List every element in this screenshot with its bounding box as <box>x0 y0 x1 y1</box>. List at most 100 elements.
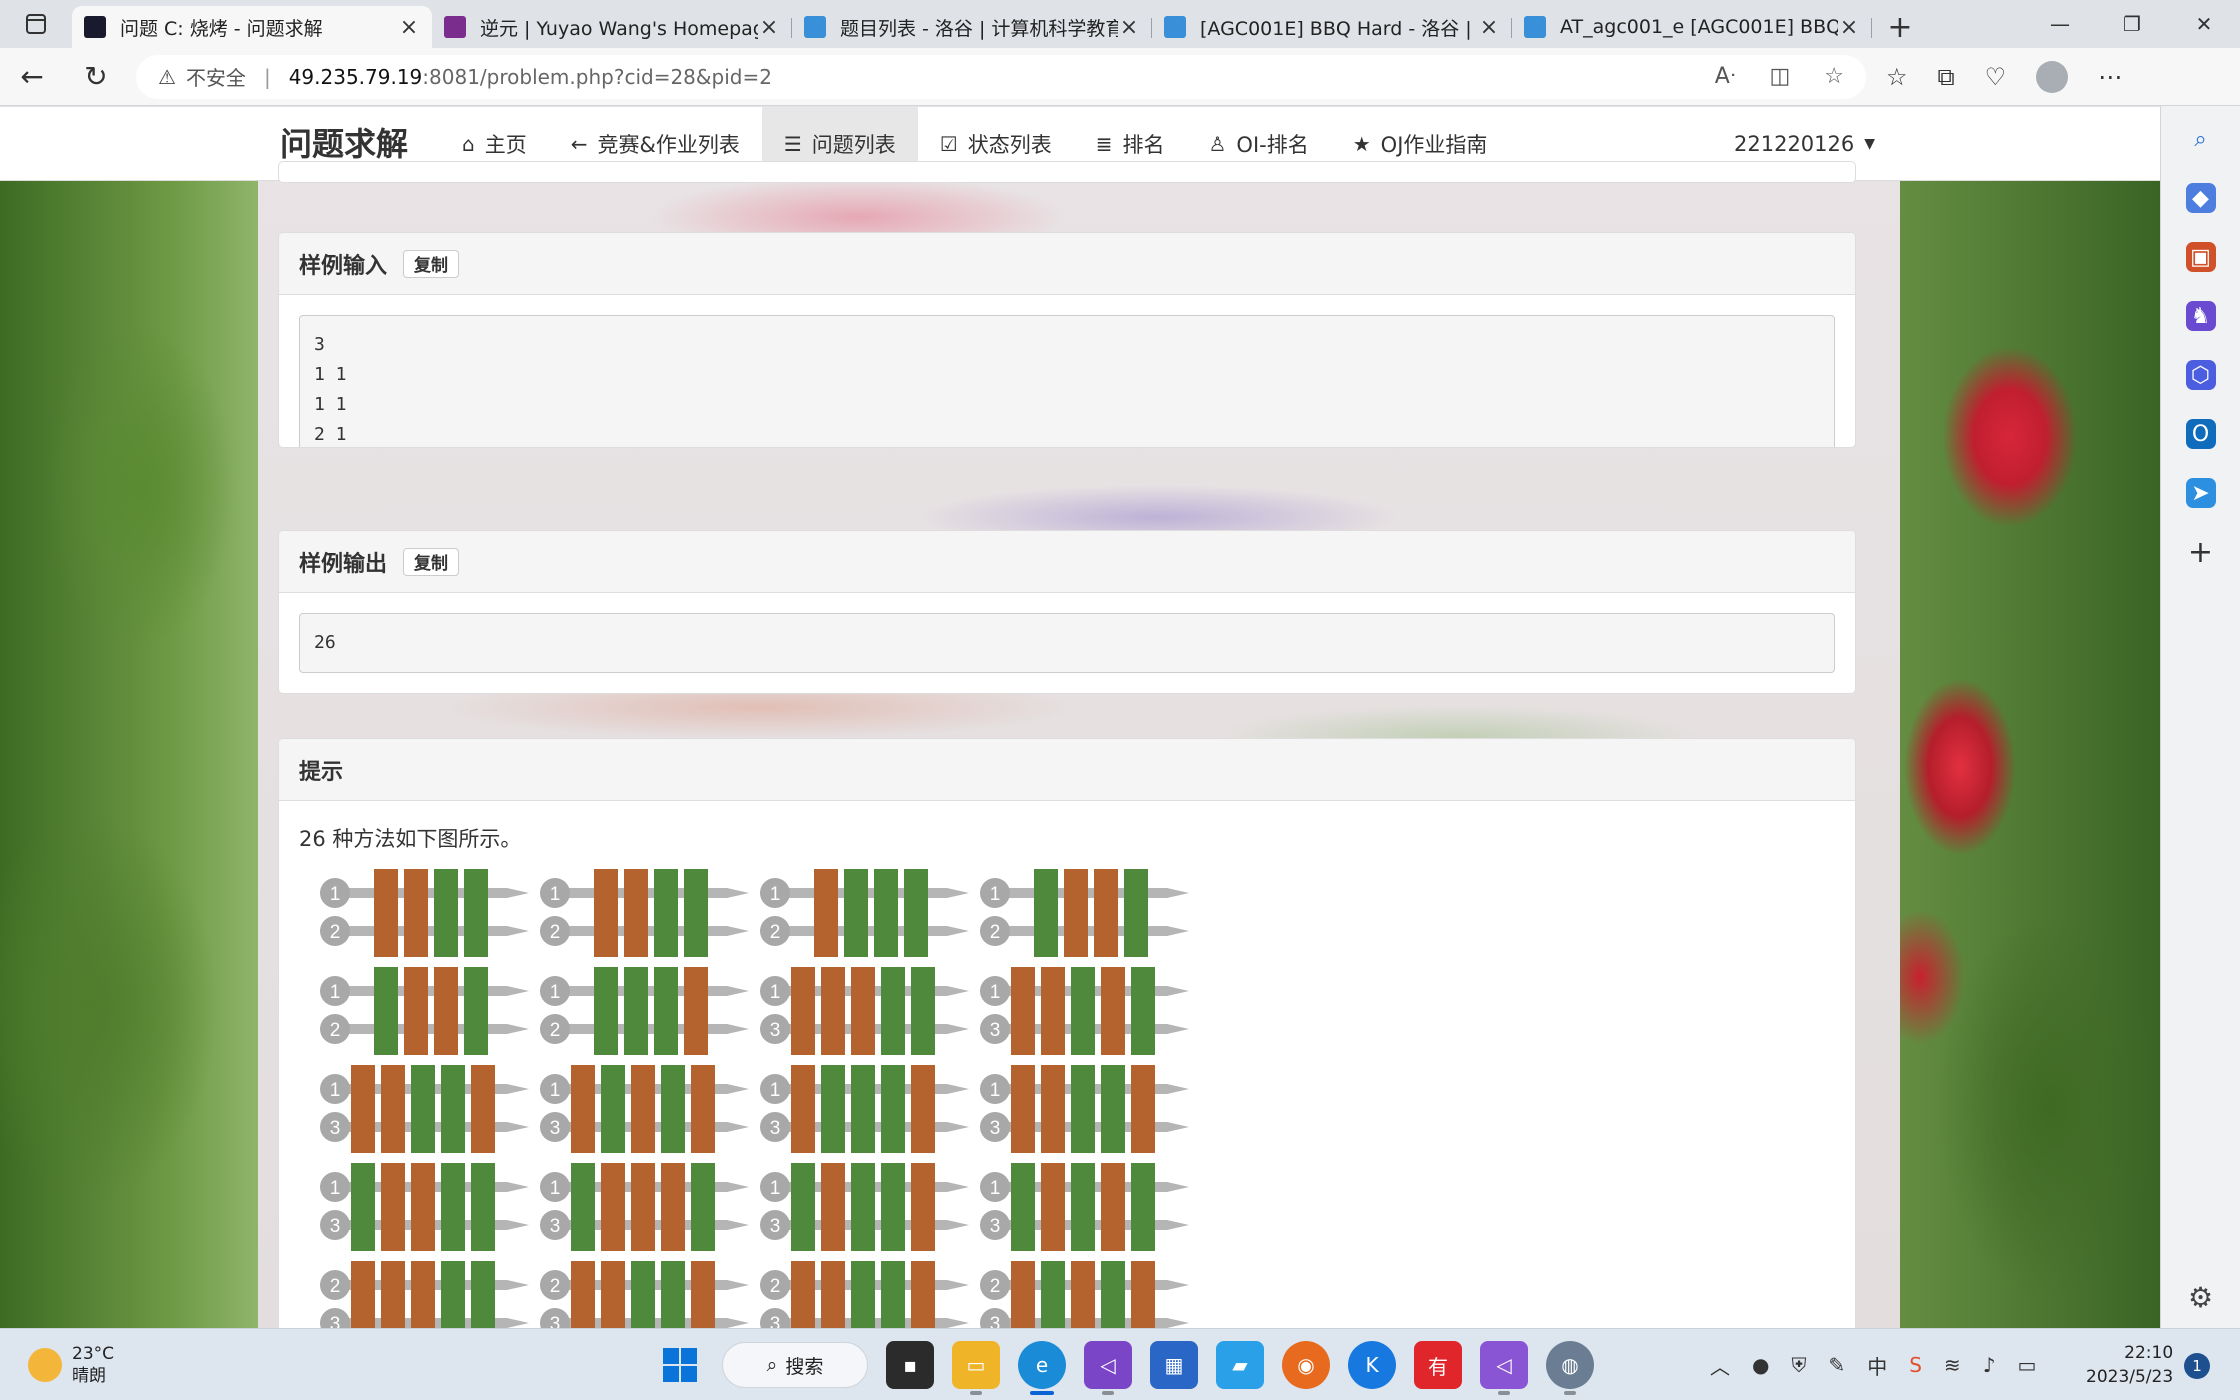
new-tab-button[interactable]: + <box>1872 6 1928 48</box>
browser-essentials-icon[interactable]: ♡ <box>1985 63 2007 91</box>
vs-preview-icon[interactable]: ◁ <box>1480 1341 1528 1395</box>
tools-icon[interactable]: ▣ <box>2185 242 2216 272</box>
visual-studio-icon[interactable]: ◁ <box>1084 1341 1132 1395</box>
games-icon[interactable]: ♞ <box>2185 301 2216 331</box>
send-icon[interactable]: ➤ <box>2185 478 2216 508</box>
settings-icon[interactable]: ⚙ <box>2188 1281 2213 1314</box>
todo-icon[interactable]: ▰ <box>1216 1341 1264 1389</box>
tab-close-icon[interactable]: × <box>1118 15 1140 40</box>
more-menu-icon[interactable]: ⋯ <box>2098 63 2122 91</box>
restore-button[interactable]: ❐ <box>2096 0 2168 48</box>
nav-label: 竞赛&作业列表 <box>597 133 740 157</box>
split-screen-icon[interactable]: ◫ <box>1769 64 1790 89</box>
copy-output-button[interactable]: 复制 <box>403 547 460 576</box>
veg-piece <box>691 1163 715 1251</box>
add-sidebar-app-icon[interactable]: + <box>2186 535 2216 570</box>
windows-taskbar: 23°C 晴朗 ⌕ 搜索 ▪ ▭ e ◁ ▦ ▰ ◉ K 有 ◁ ◍ ︿ ● ⛨… <box>0 1328 2240 1400</box>
tab-actions-icon <box>26 14 46 34</box>
veg-piece <box>911 967 935 1055</box>
shopping-icon[interactable]: ◆ <box>2185 183 2216 213</box>
skewer-number: 1 <box>550 1178 561 1199</box>
skewer-number: 3 <box>990 1118 1001 1139</box>
file-explorer-icon[interactable]: ▭ <box>952 1341 1000 1395</box>
checklist-icon: ☑ <box>939 132 958 156</box>
browser-tab[interactable]: 逆元 | Yuyao Wang's Homepage × <box>432 6 792 48</box>
notification-badge[interactable]: 1 <box>2184 1353 2210 1379</box>
meat-piece <box>1094 869 1118 957</box>
sample-input-title: 样例输入 <box>299 253 388 279</box>
outlook-icon[interactable]: O <box>2185 419 2216 449</box>
taskbar-search[interactable]: ⌕ 搜索 <box>722 1342 868 1388</box>
task-view-icon[interactable]: ▪ <box>886 1341 934 1389</box>
add-favorite-icon[interactable]: ☆ <box>1824 64 1844 89</box>
veg-piece <box>441 1261 465 1328</box>
stick <box>551 926 749 936</box>
tab-actions-button[interactable] <box>0 0 72 48</box>
weather-desc: 晴朗 <box>72 1366 106 1386</box>
favorites-icon[interactable]: ☆ <box>1886 63 1908 91</box>
clock[interactable]: 22:10 2023/5/23 <box>2086 1341 2173 1389</box>
skewer-diagram: 23 <box>760 1261 969 1328</box>
firefox-icon[interactable]: ◉ <box>1282 1341 1330 1389</box>
app-icon[interactable]: ◍ <box>1546 1341 1594 1395</box>
veg-piece <box>1101 1261 1125 1328</box>
search-icon[interactable]: ⌕ <box>2186 124 2216 154</box>
k-app-icon[interactable]: K <box>1348 1341 1396 1389</box>
skewer-diagram: 12 <box>320 869 529 957</box>
sogou-icon[interactable]: S <box>1909 1353 1922 1377</box>
meat-piece <box>624 869 648 957</box>
veg-piece <box>874 869 898 957</box>
search-label: 搜索 <box>785 1355 824 1378</box>
skewer-diagram: 23 <box>540 1261 749 1328</box>
veg-piece <box>904 869 928 957</box>
edge-icon[interactable]: e <box>1018 1341 1066 1395</box>
address-bar[interactable]: ⚠ 不安全 | 49.235.79.19 :8081/problem.php?c… <box>136 54 1866 99</box>
ime-indicator[interactable]: 中 <box>1867 1351 1887 1380</box>
browser-tab[interactable]: 问题 C: 烧烤 - 问题求解 × <box>72 6 432 48</box>
tab-close-icon[interactable]: × <box>398 15 420 40</box>
meat-piece <box>631 1065 655 1153</box>
volume-icon[interactable]: ♪ <box>1983 1353 1996 1377</box>
profile-avatar[interactable] <box>2036 60 2069 93</box>
collections-icon[interactable]: ⧉ <box>1938 63 1955 91</box>
pen-icon[interactable]: ✎ <box>1828 1353 1845 1377</box>
veg-piece <box>594 967 618 1055</box>
tab-title: 逆元 | Yuyao Wang's Homepage <box>480 17 758 40</box>
skewer-diagram: 13 <box>320 1163 529 1251</box>
start-button[interactable] <box>656 1341 704 1389</box>
veg-piece <box>1124 869 1148 957</box>
qq-icon[interactable]: ● <box>1752 1353 1769 1377</box>
skewer-number: 1 <box>770 982 781 1003</box>
read-aloud-icon[interactable]: Aᐧ <box>1715 64 1736 89</box>
battery-icon[interactable]: ▭ <box>2017 1353 2036 1377</box>
weather-widget[interactable]: 23°C 晴朗 <box>28 1343 114 1387</box>
skewer-number: 3 <box>330 1216 341 1237</box>
tab-close-icon[interactable]: × <box>1478 15 1500 40</box>
skewer-number: 3 <box>770 1020 781 1041</box>
tab-close-icon[interactable]: × <box>1838 15 1860 40</box>
copy-input-button[interactable]: 复制 <box>403 249 460 278</box>
previous-panel <box>278 161 1856 183</box>
refresh-button[interactable]: ↻ <box>64 48 128 106</box>
skewer-number: 1 <box>330 1178 341 1199</box>
close-window-button[interactable]: ✕ <box>2168 0 2240 48</box>
minimize-button[interactable]: — <box>2024 0 2096 48</box>
star-icon: ★ <box>1352 132 1371 156</box>
skewer-diagram: 12 <box>980 869 1189 957</box>
veg-piece <box>1071 1163 1095 1251</box>
meat-piece <box>374 869 398 957</box>
store-icon[interactable]: ▦ <box>1150 1341 1198 1389</box>
tab-close-icon[interactable]: × <box>758 15 780 40</box>
browser-tab[interactable]: [AGC001E] BBQ Hard - 洛谷 | 计算× <box>1152 6 1512 48</box>
youdao-icon[interactable]: 有 <box>1414 1341 1462 1389</box>
skewer-number: 1 <box>990 982 1001 1003</box>
browser-tab[interactable]: 题目列表 - 洛谷 | 计算机科学教育 × <box>792 6 1152 48</box>
wifi-icon[interactable]: ≋ <box>1944 1353 1961 1377</box>
back-button[interactable]: ← <box>0 48 64 106</box>
microsoft365-icon[interactable]: ⬡ <box>2185 360 2216 390</box>
url-path: :8081/problem.php?cid=28&pid=2 <box>422 64 772 89</box>
meat-piece <box>1041 1163 1065 1251</box>
browser-tab[interactable]: AT_agc001_e [AGC001E] BBQ Hard× <box>1512 6 1872 48</box>
security-shield-icon[interactable]: ⛨ <box>1791 1353 1806 1377</box>
chevron-up-icon[interactable]: ︿ <box>1710 1351 1730 1380</box>
